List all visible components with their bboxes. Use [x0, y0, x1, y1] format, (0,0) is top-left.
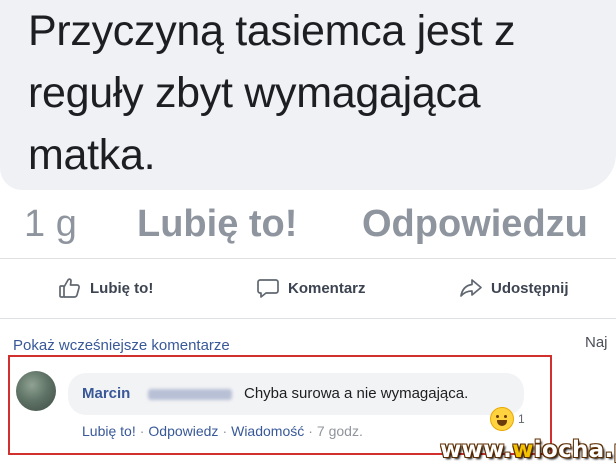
- post-time: 1 g: [24, 203, 77, 245]
- laughing-emoji-icon: [490, 407, 514, 431]
- post-like-link[interactable]: Lubię to!: [137, 203, 297, 246]
- post-reply-link[interactable]: Odpowiedzu: [362, 203, 588, 246]
- comment-like-link[interactable]: Lubię to!: [82, 423, 136, 439]
- like-button[interactable]: Lubię to!: [58, 274, 153, 302]
- post-text: Przyczyną tasiemca jest z reguły zbyt wy…: [28, 0, 515, 186]
- speech-bubble-icon: [256, 276, 280, 300]
- comment-reactions[interactable]: 1: [490, 407, 525, 431]
- avatar[interactable]: [16, 371, 56, 411]
- blurred-surname: [148, 389, 232, 400]
- separator-dot: ·: [222, 423, 228, 439]
- comment-button-label: Komentarz: [288, 279, 366, 297]
- divider-bottom: [0, 318, 616, 319]
- comment-timestamp[interactable]: 7 godz.: [317, 423, 363, 439]
- post-text-line-3: matka.: [28, 131, 156, 179]
- comment-message-link[interactable]: Wiadomość: [231, 423, 304, 439]
- thumbs-up-icon: [58, 276, 82, 300]
- comment-actions: Lubię to! · Odpowiedz · Wiadomość · 7 godz.: [82, 423, 363, 439]
- separator-dot: ·: [139, 423, 145, 439]
- like-button-label: Lubię to!: [90, 279, 154, 297]
- comment-author[interactable]: Marcin: [82, 385, 130, 402]
- share-button[interactable]: Udostępnij: [459, 274, 569, 302]
- sort-comments-label[interactable]: Naj: [585, 334, 608, 351]
- separator-dot: ·: [308, 423, 313, 439]
- comment-text: Chyba surowa a nie wymagająca.: [244, 385, 469, 402]
- share-arrow-icon: [459, 276, 483, 300]
- share-button-label: Udostępnij: [491, 279, 569, 297]
- post-text-line-2: reguły zbyt wymagająca: [28, 69, 481, 117]
- comment-button[interactable]: Komentarz: [256, 274, 366, 302]
- reaction-count: 1: [518, 412, 525, 426]
- divider-top: [0, 258, 616, 259]
- watermark-logo: www.wiocha.pl: [440, 437, 616, 463]
- comment-reply-link[interactable]: Odpowiedz: [148, 423, 218, 439]
- show-previous-comments-link[interactable]: Pokaż wcześniejsze komentarze: [13, 337, 230, 354]
- comment-bubble: Marcin Chyba surowa a nie wymagająca.: [68, 373, 524, 415]
- post-text-line-1: Przyczyną tasiemca jest z: [28, 7, 516, 55]
